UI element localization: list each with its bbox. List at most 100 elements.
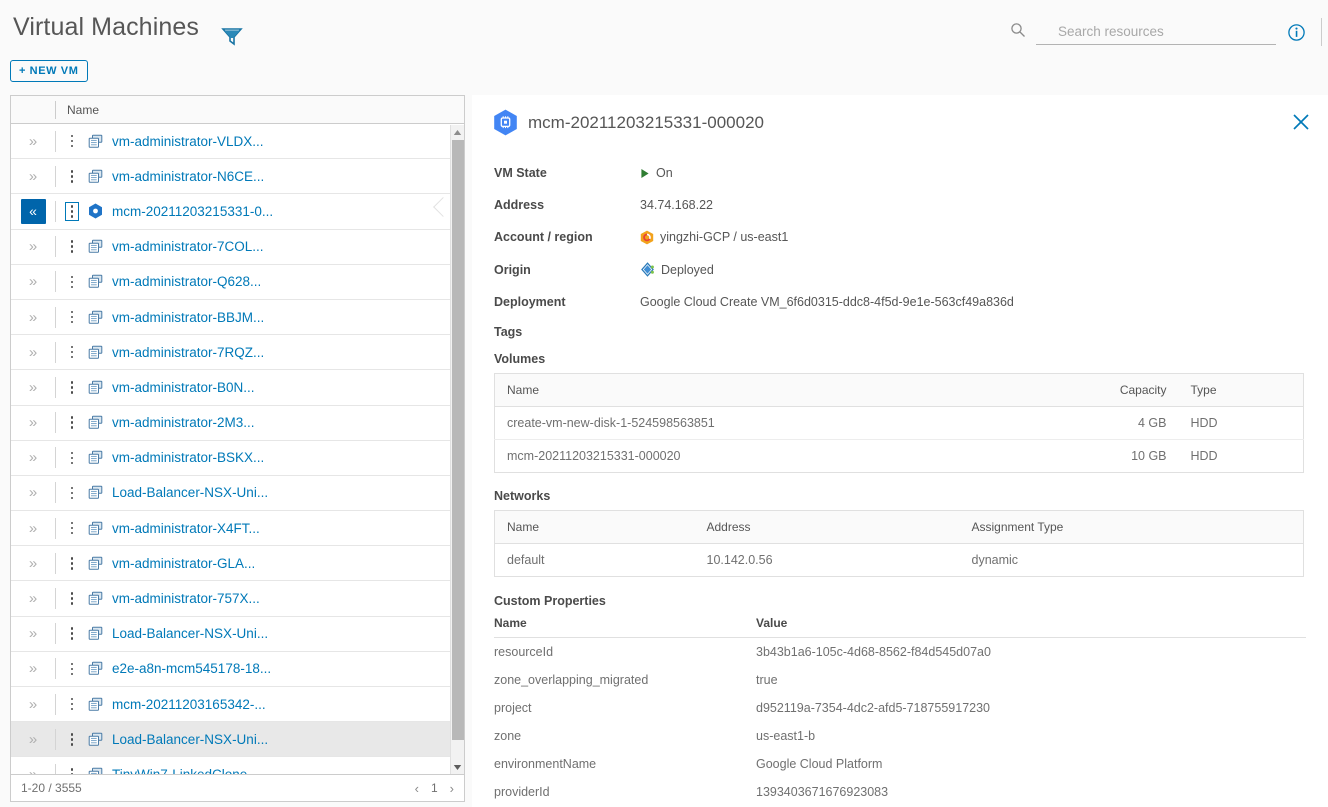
search-box[interactable] <box>1011 19 1276 45</box>
scroll-down-icon[interactable] <box>451 760 464 774</box>
chevron-double-right-icon[interactable]: » <box>29 133 37 150</box>
more-vertical-icon[interactable] <box>65 730 80 749</box>
table-row[interactable]: » vm-administrator-VLDX... <box>11 124 464 160</box>
table-row[interactable]: » vm-administrator-2M3... <box>11 405 464 441</box>
row-name-link[interactable]: vm-administrator-N6CE... <box>112 169 264 184</box>
chevron-double-right-icon[interactable]: » <box>29 555 37 572</box>
expand-row-button[interactable]: » <box>11 273 55 290</box>
row-actions-button[interactable] <box>56 554 88 573</box>
expand-row-button[interactable]: » <box>11 625 55 642</box>
more-vertical-icon[interactable] <box>65 378 80 397</box>
chevron-double-right-icon[interactable]: » <box>29 625 37 642</box>
chevron-double-right-icon[interactable]: » <box>29 309 37 326</box>
search-input[interactable] <box>1036 24 1266 39</box>
row-actions-button[interactable] <box>56 624 88 643</box>
page-next-button[interactable]: › <box>450 781 454 796</box>
chevron-double-right-icon[interactable]: » <box>29 731 37 748</box>
row-actions-button[interactable] <box>56 273 88 292</box>
chevron-double-right-icon[interactable]: » <box>29 414 37 431</box>
expand-row-button[interactable]: » <box>11 414 55 431</box>
more-vertical-icon[interactable] <box>65 660 80 679</box>
row-name-link[interactable]: mcm-20211203215331-0... <box>112 204 273 219</box>
table-row[interactable]: » vm-administrator-GLA... <box>11 546 464 582</box>
row-name-link[interactable]: vm-administrator-BSKX... <box>112 450 264 465</box>
table-row[interactable]: » mcm-20211203165342-... <box>11 687 464 723</box>
scrollbar-thumb[interactable] <box>452 140 464 740</box>
row-name-link[interactable]: mcm-20211203165342-... <box>112 697 266 712</box>
scroll-up-icon[interactable] <box>451 125 464 139</box>
row-name-link[interactable]: Load-Balancer-NSX-Uni... <box>112 732 268 747</box>
expand-row-button[interactable]: » <box>11 520 55 537</box>
expand-row-button[interactable]: » <box>11 731 55 748</box>
info-circle-icon[interactable] <box>1288 24 1305 41</box>
expand-row-button[interactable]: » <box>11 379 55 396</box>
more-vertical-icon[interactable] <box>65 343 80 362</box>
expand-row-button[interactable]: » <box>11 696 55 713</box>
chevron-double-right-icon[interactable]: » <box>29 449 37 466</box>
more-vertical-icon[interactable] <box>65 484 80 503</box>
collapse-list-button[interactable]: « <box>11 198 55 224</box>
table-row[interactable]: » vm-administrator-X4FT... <box>11 511 464 547</box>
row-actions-button[interactable] <box>56 202 88 221</box>
expand-row-button[interactable]: » <box>11 238 55 255</box>
expand-row-button[interactable]: » <box>11 133 55 150</box>
row-actions-button[interactable] <box>56 308 88 327</box>
chevron-double-right-icon[interactable]: » <box>29 520 37 537</box>
more-vertical-icon[interactable] <box>65 449 80 468</box>
more-vertical-icon[interactable] <box>65 413 80 432</box>
row-actions-button[interactable] <box>56 660 88 679</box>
row-actions-button[interactable] <box>56 695 88 714</box>
close-x-icon[interactable] <box>1292 113 1310 131</box>
chevron-double-right-icon[interactable]: » <box>29 238 37 255</box>
more-vertical-icon[interactable] <box>65 273 80 292</box>
expand-row-button[interactable]: » <box>11 309 55 326</box>
row-name-link[interactable]: vm-administrator-X4FT... <box>112 521 260 536</box>
expand-row-button[interactable]: » <box>11 344 55 361</box>
row-name-link[interactable]: vm-administrator-2M3... <box>112 415 255 430</box>
page-number[interactable]: 1 <box>431 781 438 795</box>
row-actions-button[interactable] <box>56 167 88 186</box>
table-row[interactable]: » vm-administrator-BSKX... <box>11 440 464 476</box>
more-vertical-icon[interactable] <box>65 167 80 186</box>
row-actions-button[interactable] <box>56 730 88 749</box>
more-vertical-icon[interactable] <box>65 519 80 538</box>
expand-row-button[interactable]: » <box>11 590 55 607</box>
row-actions-button[interactable] <box>56 132 88 151</box>
pagination-controls[interactable]: ‹ 1 › <box>415 781 454 796</box>
table-row[interactable]: » Load-Balancer-NSX-Uni... <box>11 475 464 512</box>
row-name-link[interactable]: vm-administrator-7COL... <box>112 239 264 254</box>
chevron-double-left-icon[interactable]: « <box>20 198 46 224</box>
row-name-link[interactable]: Load-Balancer-NSX-Uni... <box>112 626 268 641</box>
expand-row-button[interactable]: » <box>11 660 55 677</box>
new-vm-button[interactable]: + NEW VM <box>10 60 88 82</box>
more-vertical-icon[interactable] <box>65 589 80 608</box>
list-scrollbar[interactable] <box>450 125 464 774</box>
table-row[interactable]: » e2e-a8n-mcm545178-18... <box>11 651 464 687</box>
table-row[interactable]: » vm-administrator-BBJM... <box>11 299 464 336</box>
row-actions-button[interactable] <box>56 413 88 432</box>
row-name-link[interactable]: vm-administrator-7RQZ... <box>112 345 264 360</box>
more-vertical-icon[interactable] <box>65 308 80 327</box>
row-name-link[interactable]: vm-administrator-757X... <box>112 591 260 606</box>
expand-row-button[interactable]: » <box>11 449 55 466</box>
table-row[interactable]: » vm-administrator-757X... <box>11 581 464 617</box>
row-actions-button[interactable] <box>56 449 88 468</box>
row-name-link[interactable]: vm-administrator-GLA... <box>112 556 255 571</box>
chevron-double-right-icon[interactable]: » <box>29 379 37 396</box>
row-actions-button[interactable] <box>56 484 88 503</box>
expand-row-button[interactable]: » <box>11 555 55 572</box>
row-actions-button[interactable] <box>56 519 88 538</box>
row-actions-button[interactable] <box>56 378 88 397</box>
more-vertical-icon[interactable] <box>64 202 80 221</box>
page-prev-button[interactable]: ‹ <box>415 781 419 796</box>
table-row[interactable]: » Load-Balancer-NSX-Uni... <box>11 722 464 758</box>
row-actions-button[interactable] <box>56 237 88 256</box>
chevron-double-right-icon[interactable]: » <box>29 273 37 290</box>
table-row[interactable]: » vm-administrator-7COL... <box>11 229 464 265</box>
chevron-double-right-icon[interactable]: » <box>29 660 37 677</box>
row-name-link[interactable]: e2e-a8n-mcm545178-18... <box>112 661 271 676</box>
row-actions-button[interactable] <box>56 589 88 608</box>
chevron-double-right-icon[interactable]: » <box>29 168 37 185</box>
row-actions-button[interactable] <box>56 343 88 362</box>
more-vertical-icon[interactable] <box>65 624 80 643</box>
